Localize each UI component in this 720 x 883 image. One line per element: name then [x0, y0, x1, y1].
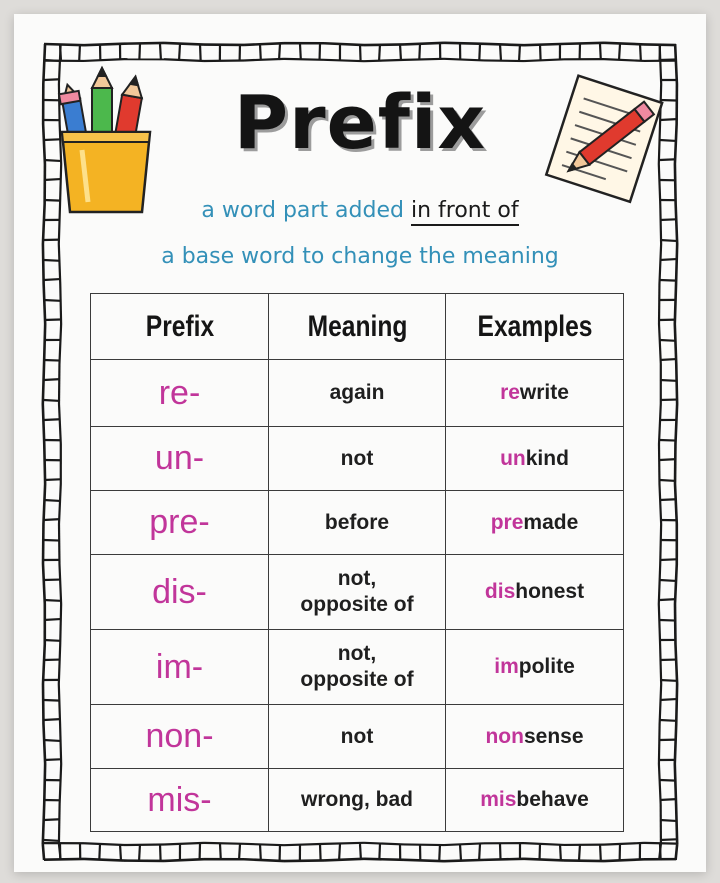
example-cell: misbehave	[445, 768, 624, 832]
header-prefix: Prefix	[106, 293, 253, 360]
example-cell: rewrite	[445, 359, 624, 427]
poster-title: Prefix	[233, 80, 487, 166]
header-examples: Examples	[461, 293, 608, 360]
table-row: non- not nonsense	[90, 704, 624, 769]
example-cell: dishonest	[445, 554, 624, 630]
example-prefix: dis	[484, 580, 516, 603]
meaning-line-2: opposite of	[300, 593, 414, 616]
table-row: un- not unkind	[90, 426, 624, 491]
header-prefix-label: Prefix	[145, 309, 214, 343]
example-prefix: re	[500, 381, 520, 404]
meaning-cell: not	[268, 426, 446, 491]
table-row: dis- not, opposite of dishonest	[90, 554, 624, 630]
example-rest: kind	[525, 446, 569, 470]
definition-text-start: a word part added	[201, 198, 404, 223]
meaning-cell: again	[268, 359, 446, 427]
example-cell: premade	[445, 490, 624, 555]
meaning-line-1: not,	[337, 567, 377, 590]
meaning-line-1: not,	[337, 642, 377, 665]
meaning-cell: before	[268, 490, 446, 555]
example-rest: made	[523, 510, 579, 534]
header-meaning-label: Meaning	[307, 309, 407, 343]
example-rest: write	[519, 381, 569, 404]
example-prefix: un	[500, 446, 526, 470]
example-rest: honest	[515, 580, 585, 603]
prefix-cell: im-	[90, 629, 269, 705]
meaning-cell: not, opposite of	[268, 629, 446, 705]
definition-line-1: a word part added in front of	[0, 198, 720, 226]
meaning-cell: wrong, bad	[268, 768, 446, 832]
header-examples-label: Examples	[477, 309, 592, 343]
definition-highlight: in front of	[410, 198, 519, 226]
example-cell: unkind	[445, 426, 624, 491]
prefix-cell: mis-	[90, 768, 269, 832]
definition-line-2: a base word to change the meaning	[161, 244, 559, 269]
prefix-cell: non-	[90, 704, 269, 769]
meaning-cell: not	[268, 704, 446, 769]
example-cell: impolite	[445, 629, 624, 705]
example-prefix: im	[494, 655, 519, 678]
table-row: pre- before premade	[90, 490, 624, 555]
prefix-cell: dis-	[90, 554, 269, 630]
example-rest: sense	[523, 724, 584, 748]
example-cell: nonsense	[445, 704, 624, 769]
table-row: re- again rewrite	[90, 359, 624, 427]
meaning-cell: not, opposite of	[268, 554, 446, 630]
meaning-line-2: opposite of	[300, 668, 414, 691]
example-prefix: mis	[480, 788, 517, 811]
example-rest: behave	[516, 788, 589, 811]
table-row: mis- wrong, bad misbehave	[90, 768, 624, 832]
example-prefix: pre	[490, 510, 524, 534]
prefix-cell: pre-	[90, 490, 269, 555]
example-rest: polite	[518, 655, 575, 678]
prefix-cell: un-	[90, 426, 269, 491]
prefix-cell: re-	[90, 359, 269, 427]
table-row: im- not, opposite of impolite	[90, 629, 624, 705]
table-header-row: Prefix Meaning Examples	[91, 293, 624, 360]
example-prefix: non	[485, 724, 524, 748]
header-meaning: Meaning	[284, 293, 430, 360]
prefix-table: Prefix Meaning Examples re- again rewrit…	[90, 293, 624, 832]
